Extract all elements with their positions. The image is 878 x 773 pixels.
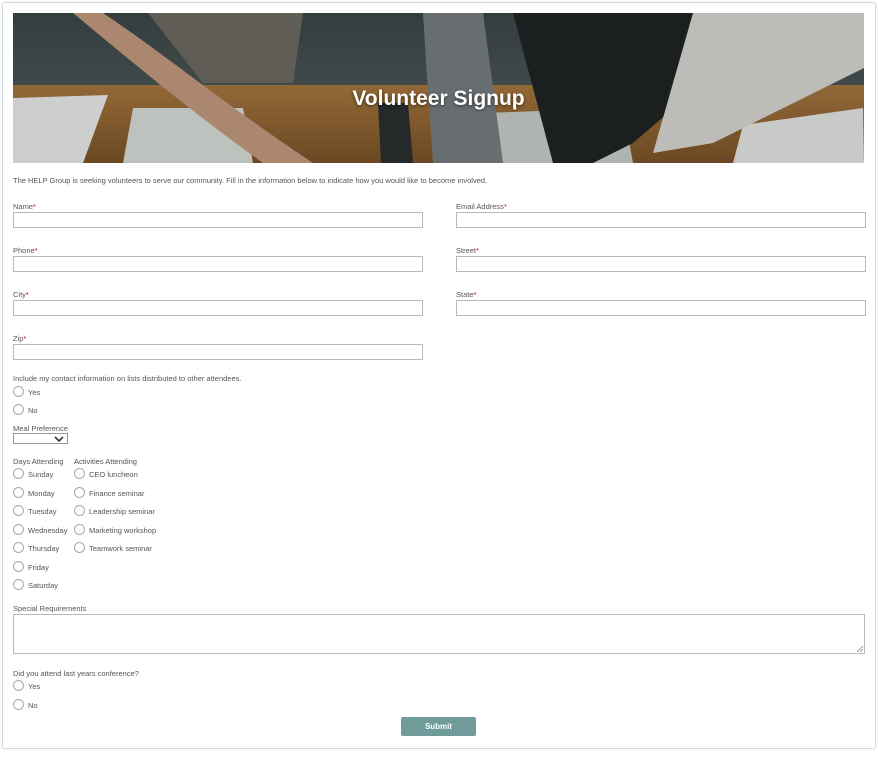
day-option-label: Saturday [28,581,59,590]
street-label: Street* [456,246,479,255]
activity-option-radio[interactable] [74,486,85,498]
required-marker: * [33,202,36,211]
resize-grip-icon[interactable] [856,645,864,653]
chevron-down-icon [54,436,64,442]
day-option-radio[interactable] [13,486,24,498]
zip-label: Zip* [13,334,27,343]
street-input[interactable] [456,256,866,272]
days-attending-label: Days Attending [13,457,64,466]
activity-option-radio[interactable] [74,542,85,553]
last-year-no-label: No [28,701,38,710]
activities-attending-label: Activities Attending [74,457,137,466]
day-option-label: Sunday [28,470,54,479]
activity-option-label: Leadership seminar [89,507,155,516]
required-marker: * [34,246,38,255]
contact-share-yes-radio[interactable] [13,386,24,397]
day-option-radio[interactable] [13,523,24,535]
city-input[interactable] [13,300,423,316]
required-marker: * [503,202,507,211]
meal-preference-label: Meal Preference [13,424,69,433]
day-option-radio[interactable] [13,560,24,572]
state-input[interactable] [456,300,866,316]
last-year-yes-radio[interactable] [13,680,24,691]
contact-share-no-label: No [28,406,38,415]
meal-preference-select[interactable] [13,433,68,444]
day-option-label: Monday [28,488,55,498]
day-option-radio[interactable] [13,505,24,516]
phone-input[interactable] [13,256,423,272]
intro-text: The HELP Group is seeking volunteers to … [13,176,488,185]
activity-option-label: Finance seminar [89,488,145,498]
contact-share-no-radio[interactable] [13,404,24,415]
email-input[interactable] [456,212,866,228]
last-year-question: Did you attend last years conference? [13,669,139,678]
required-marker: * [23,334,27,343]
special-requirements-label: Special Requirements [13,604,87,613]
submit-button[interactable]: Submit [401,717,476,736]
required-marker: * [25,290,29,299]
day-option-radio[interactable] [13,542,24,553]
activity-option-radio[interactable] [74,523,85,535]
activity-option-label: Teamwork seminar [89,544,152,553]
day-option-label: Tuesday [28,507,57,516]
activity-option-label: Marketing workshop [89,525,157,535]
special-requirements-textarea[interactable] [13,614,865,654]
state-label: State* [456,290,477,299]
email-label: Email Address* [456,202,507,211]
day-option-radio[interactable] [13,579,24,590]
activity-option-radio[interactable] [74,468,85,479]
name-label: Name* [13,202,36,211]
activity-option-label: CEO luncheon [89,470,138,479]
required-marker: * [473,290,477,299]
contact-share-yes-label: Yes [28,388,41,397]
header-banner: Volunteer Signup [13,13,864,163]
phone-label: Phone* [13,246,38,255]
day-option-label: Thursday [28,544,60,553]
day-option-label: Friday [28,562,49,572]
day-option-radio[interactable] [13,468,24,479]
activity-option-radio[interactable] [74,505,85,516]
required-marker: * [476,246,479,255]
city-label: City* [13,290,29,299]
last-year-no-radio[interactable] [13,699,24,710]
last-year-yes-label: Yes [28,682,41,691]
name-input[interactable] [13,212,423,228]
page-title: Volunteer Signup [352,87,525,110]
zip-input[interactable] [13,344,423,360]
day-option-label: Wednesday [28,525,68,535]
contact-share-question: Include my contact information on lists … [13,374,242,383]
